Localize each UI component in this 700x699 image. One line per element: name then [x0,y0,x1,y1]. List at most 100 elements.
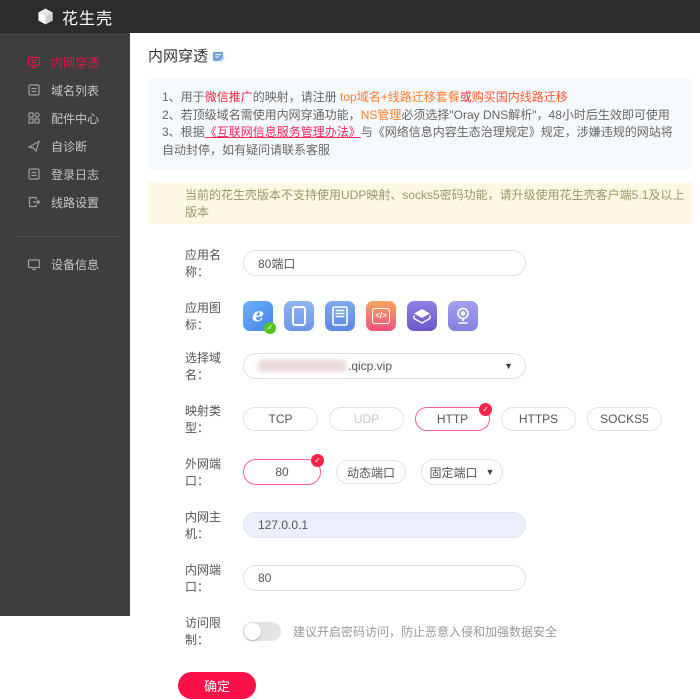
external-port-label: 外网端口： [185,457,222,488]
selected-check-icon: ✓ [479,403,492,416]
mapping-type-socks5[interactable]: SOCKS5 [587,407,662,431]
app-icon-tablet[interactable] [284,301,314,331]
notice-text: 1、用于 [162,90,205,104]
app-icon-code-window[interactable]: </> [366,301,396,331]
sidebar-item-self-diagnose[interactable]: 自诊断 [0,132,130,160]
app-icon-camera[interactable] [448,301,478,331]
select-value: 固定端口 [429,465,478,480]
external-port-row: 外网端口： ✓ 动态端口 固定端口 ▼ [185,454,692,489]
dynamic-port-button[interactable]: 动态端口 [336,460,406,484]
notice-line: 2、若顶级域名需使用内网穿通功能，NS管理必须选择"Oray DNS解析"，48… [162,107,678,125]
ie-browser-icon: e [251,303,265,326]
redacted-domain-prefix [258,360,346,372]
sidebar-item-label: 设备信息 [51,257,100,272]
sidebar-divider [15,236,122,237]
app-name-label: 应用名称： [185,248,222,279]
toggle-knob [244,622,261,640]
internal-host-label: 内网主机： [185,510,222,541]
tunnel-form: 应用名称： 应用图标： e ✓ [178,246,692,699]
notice-line: 1、用于微信推广的映射，请注册 top域名+线路迁移套餐或购买国内线路迁移 [162,89,678,107]
app-name-row: 应用名称： [185,246,692,280]
internal-port-input[interactable] [243,565,526,591]
nas-icon [332,306,348,326]
mapping-type-http[interactable]: HTTP ✓ [415,403,492,431]
notice-line: 3、根据《互联网信息服务管理办法》与《网络信息内容生态治理规定》规定，涉嫌违规的… [162,124,678,159]
app-icon-label: 应用图标： [185,301,222,332]
chevron-down-icon: ▼ [485,467,495,477]
selected-check-icon: ✓ [264,322,276,334]
sidebar: 内网穿透 域名列表 配件中心 自诊断 登录日志 线路设置 设备信息 [0,33,130,616]
notice-text: 3、根据 [162,125,205,139]
app-name-input[interactable] [243,250,526,276]
sidebar-item-device-info[interactable]: 设备信息 [0,250,130,278]
internal-port-row: 内网端口： [185,561,692,595]
tunnel-icon [27,55,41,69]
app-icon-ie-browser[interactable]: e ✓ [243,301,276,334]
notice-highlight: 微信推广 [204,90,253,104]
domain-row: 选择域名： .qicp.vip ▼ [185,349,692,383]
notice-text: 2、若顶级域名需使用内网穿通功能， [162,107,361,122]
brand-name: 花生壳 [62,10,114,28]
internal-host-input[interactable] [243,512,526,538]
page-title: 内网穿透 [148,48,209,65]
external-port-input[interactable] [243,459,321,485]
app-icon-router[interactable] [407,301,437,331]
mapping-type-udp: UDP [329,407,404,431]
sidebar-item-label: 内网穿透 [51,55,100,70]
diagnose-icon [27,139,41,153]
port-mode-select[interactable]: 固定端口 ▼ [421,459,503,485]
pill-label: HTTPS [518,412,559,426]
code-window-icon: </> [372,308,390,324]
mapping-type-label: 映射类型： [185,404,222,435]
notice-link-package[interactable]: top域名+线路迁移套餐 [340,90,460,104]
app-icon-row: 应用图标： e ✓ </> [185,299,692,334]
notice-link-regulation[interactable]: 《互联网信息服务管理办法》 [205,125,361,139]
login-log-icon [27,167,41,181]
cube-logo-icon [36,7,55,26]
edit-note-icon[interactable] [212,50,226,63]
pill-label: SOCKS5 [600,412,649,426]
confirm-button[interactable]: 确定 [178,672,256,699]
notice-text: 必须选择"Oray DNS解析"，48小时后生效即可使用 [401,107,670,122]
domain-select[interactable]: .qicp.vip ▼ [243,353,526,379]
sidebar-item-domain-list[interactable]: 域名列表 [0,76,130,104]
domain-suffix: .qicp.vip [348,359,393,373]
topbar: 花生壳 [0,0,700,33]
accessories-grid-icon [27,111,41,125]
device-info-icon [27,257,41,271]
app-window: 花生壳 内网穿透 域名列表 配件中心 自诊断 登录日志 线路设置 设备信息 内网… [0,0,700,699]
domain-label: 选择域名： [185,351,222,382]
notice-box: 1、用于微信推广的映射，请注册 top域名+线路迁移套餐或购买国内线路迁移 2、… [148,78,692,170]
access-limit-toggle[interactable] [243,621,281,641]
main-content: 内网穿透 1、用于微信推广的映射，请注册 top域名+线路迁移套餐或购买国内线路… [130,33,700,699]
pill-label: UDP [353,412,380,426]
internal-port-label: 内网端口： [185,563,222,594]
sidebar-item-line-settings[interactable]: 线路设置 [0,188,130,216]
sidebar-item-label: 自诊断 [51,139,88,154]
sidebar-item-label: 配件中心 [51,111,100,126]
selected-check-icon: ✓ [311,454,324,467]
router-icon [413,309,431,324]
version-warning-bar: 当前的花生壳版本不支持使用UDP映射、socks5密码功能，请升级使用花生壳客户… [148,182,692,224]
notice-link-ns[interactable]: NS管理 [361,108,402,122]
mapping-type-row: 映射类型： TCP UDP HTTP ✓ HTTPS SOCKS5 [185,402,692,436]
sidebar-item-login-log[interactable]: 登录日志 [0,160,130,188]
sidebar-item-label: 线路设置 [51,195,100,210]
pill-label: TCP [268,412,293,426]
app-icon-nas[interactable] [325,301,355,331]
internal-host-row: 内网主机： [185,508,692,542]
notice-link-migration[interactable]: 购买国内线路迁移 [472,90,568,104]
notice-text: 或 [459,90,472,104]
mapping-type-https[interactable]: HTTPS [501,407,576,431]
domain-list-icon [27,83,41,97]
mapping-type-tcp[interactable]: TCP [243,407,318,431]
sidebar-item-intranet-tunnel[interactable]: 内网穿透 [0,48,130,76]
tablet-icon [292,306,306,326]
notice-text: 的映射，请注册 [252,90,341,104]
pill-label: 动态端口 [346,465,395,480]
sidebar-item-accessories[interactable]: 配件中心 [0,104,130,132]
camera-icon [457,307,469,324]
sidebar-item-label: 域名列表 [51,83,100,98]
chevron-down-icon: ▼ [504,361,513,371]
access-limit-label: 访问限制： [185,616,222,647]
